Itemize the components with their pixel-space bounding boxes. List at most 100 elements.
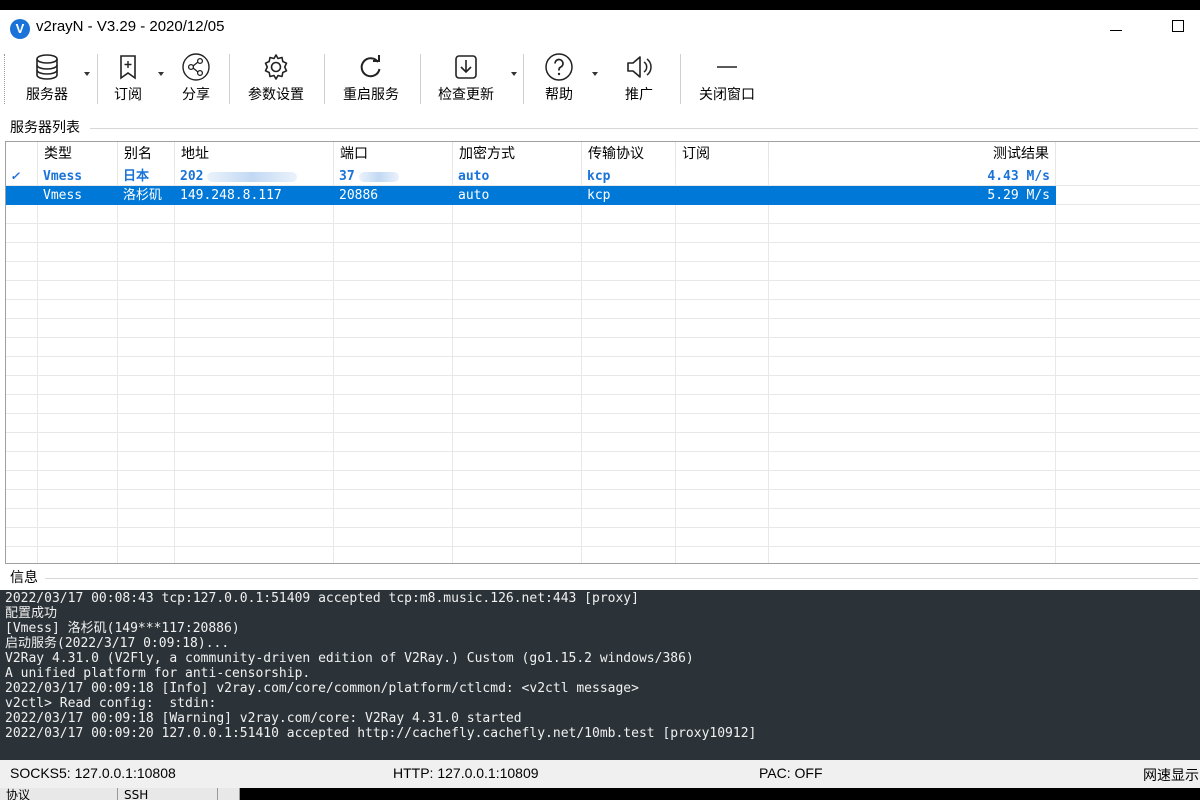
toolbar-separator [229, 54, 230, 104]
log-line: 配置成功 [5, 606, 58, 621]
grid-line [6, 223, 1200, 224]
column-header-alias[interactable]: 别名 [118, 142, 175, 167]
log-panel[interactable]: 2022/03/17 00:08:43 tcp:127.0.0.1:51409 … [0, 590, 1200, 760]
grid-line [6, 356, 1200, 357]
table-row[interactable]: Vmess 洛杉矶 149.248.8.117 20886 auto kcp 5… [6, 186, 1200, 205]
section-divider [45, 578, 1198, 579]
grid-line [6, 413, 1200, 414]
grid-line [6, 318, 1200, 319]
help-button[interactable]: 帮助 [539, 52, 579, 106]
refresh-icon [360, 55, 381, 78]
redacted-blur [358, 171, 399, 182]
cell-subscription [676, 186, 769, 205]
grid-header: 类型 别名 地址 端口 加密方式 传输协议 订阅 测试结果 [6, 142, 1200, 167]
table-row[interactable]: ✓ Vmess 日本 202 37 auto kcp 4.43 M/s [6, 167, 1200, 186]
cell-security: auto [458, 169, 490, 184]
toolbar-separator [680, 54, 681, 104]
share-button[interactable]: 分享 [176, 52, 216, 106]
grid-line [6, 546, 1200, 547]
column-header-port[interactable]: 端口 [334, 142, 453, 167]
grid-line [6, 470, 1200, 471]
help-dropdown-icon[interactable] [592, 72, 598, 76]
grid-line [6, 242, 1200, 243]
column-header-address[interactable]: 地址 [175, 142, 334, 167]
pac-status[interactable]: PAC: OFF [759, 765, 823, 781]
grid-line [6, 489, 1200, 490]
redacted-blur [207, 171, 298, 182]
check-update-button[interactable]: 检查更新 [432, 52, 500, 106]
info-label: 信息 [10, 570, 38, 586]
maximize-button[interactable] [1172, 20, 1184, 32]
log-line: V2Ray 4.31.0 (V2Fly, a community-driven … [5, 651, 694, 666]
grid-line [6, 451, 1200, 452]
toolbar-grip[interactable] [4, 54, 8, 104]
socks-status: SOCKS5: 127.0.0.1:10808 [10, 765, 176, 781]
grid-line [1055, 167, 1056, 563]
toolbar-separator [97, 54, 98, 104]
grid-line [6, 394, 1200, 395]
restart-service-button[interactable]: 重启服务 [337, 52, 405, 106]
bottom-tab-ssh[interactable]: SSH [118, 788, 218, 800]
subscribe-button[interactable]: 订阅 [108, 52, 148, 106]
grid-line [6, 337, 1200, 338]
bottom-tab-protocol[interactable]: 协议 [0, 788, 118, 800]
column-header-network[interactable]: 传输协议 [582, 142, 676, 167]
cell-test-result: 4.43 M/s [987, 169, 1050, 184]
log-line: v2ctl> Read config: stdin: [5, 696, 217, 711]
servers-button[interactable]: 服务器 [18, 52, 76, 106]
cell-address: 149.248.8.117 [180, 188, 282, 203]
toolbar-separator [420, 54, 421, 104]
close-window-button[interactable]: 关闭窗口 [692, 52, 762, 106]
cell-alias: 日本 [123, 169, 150, 184]
grid-line [581, 167, 582, 563]
subscribe-dropdown-icon[interactable] [158, 72, 164, 76]
grid-line [675, 167, 676, 563]
database-icon [36, 54, 58, 80]
help-icon [545, 53, 573, 81]
grid-line [6, 280, 1200, 281]
servers-dropdown-icon[interactable] [84, 72, 90, 76]
grid-line [333, 167, 334, 563]
share-icon [182, 53, 210, 81]
cell-address: 202 [175, 167, 334, 186]
minus-icon [717, 66, 737, 68]
cell-mark [6, 186, 38, 205]
column-header-security[interactable]: 加密方式 [453, 142, 582, 167]
restart-service-label: 重启服务 [343, 87, 399, 103]
http-status: HTTP: 127.0.0.1:10809 [393, 765, 539, 781]
column-header-subscription[interactable]: 订阅 [676, 142, 769, 167]
gear-icon [264, 54, 288, 80]
settings-label: 参数设置 [248, 87, 304, 103]
log-line: 2022/03/17 00:09:18 [Info] v2ray.com/cor… [5, 681, 639, 696]
promote-button[interactable]: 推广 [618, 52, 660, 106]
check-update-dropdown-icon[interactable] [511, 72, 517, 76]
grid-line [6, 432, 1200, 433]
bottom-tab-extra[interactable] [218, 788, 240, 800]
grid-line [768, 167, 769, 563]
cell-port: 37 [334, 167, 453, 186]
server-list-grid[interactable]: 类型 别名 地址 端口 加密方式 传输协议 订阅 测试结果 ✓ Vmess 日本… [5, 141, 1200, 564]
download-icon [455, 55, 477, 79]
grid-line [6, 527, 1200, 528]
log-line: A unified platform for anti-censorship. [5, 666, 311, 681]
minimize-button[interactable] [1110, 22, 1124, 36]
title-bar: V v2rayN - V3.29 - 2020/12/05 [0, 0, 1200, 48]
grid-line [6, 299, 1200, 300]
cell-alias: 洛杉矶 [123, 188, 163, 203]
column-header-mark[interactable] [6, 142, 38, 167]
servers-label: 服务器 [26, 87, 68, 103]
cell-security: auto [458, 188, 490, 203]
speaker-icon [627, 56, 652, 78]
v2rayn-logo-icon: V [10, 19, 30, 39]
cell-subscription [676, 167, 769, 186]
column-header-test-result[interactable]: 测试结果 [769, 142, 1056, 167]
grid-line [6, 508, 1200, 509]
log-line: 2022/03/17 00:09:18 [Warning] v2ray.com/… [5, 711, 522, 726]
column-header-type[interactable]: 类型 [38, 142, 118, 167]
cell-type: Vmess [43, 169, 83, 184]
subscribe-label: 订阅 [114, 87, 142, 103]
bookmark-add-icon [120, 55, 136, 80]
speed-display: 网速显示 [1143, 767, 1199, 783]
settings-button[interactable]: 参数设置 [242, 52, 310, 106]
toolbar: 服务器 订阅 分享 参数设置 重启服务 检查更新 帮助 推广 关闭窗口 [0, 48, 1200, 110]
